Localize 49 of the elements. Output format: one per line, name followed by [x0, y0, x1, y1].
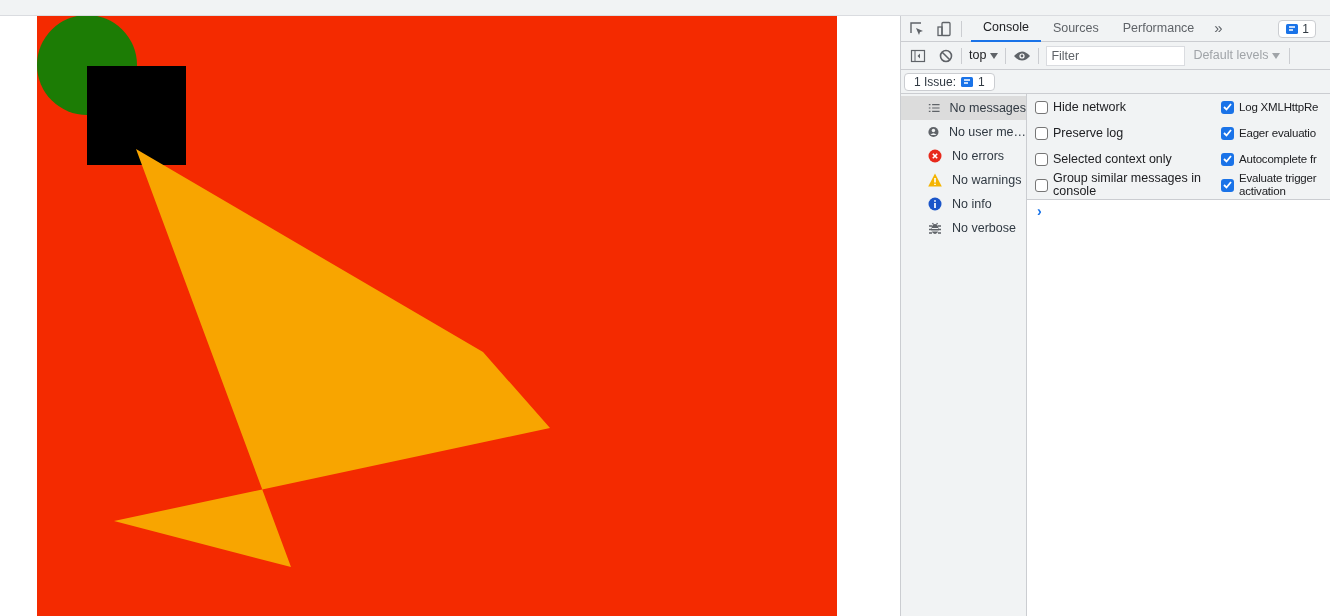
checkbox[interactable]	[1035, 178, 1048, 192]
checkbox[interactable]	[1221, 126, 1234, 140]
check-icon	[1223, 103, 1232, 111]
checkbox-label: Eager evaluatio	[1239, 126, 1316, 140]
check-icon	[1223, 155, 1232, 163]
checkbox-label: Evaluate trigger activation	[1239, 172, 1318, 198]
checkbox[interactable]	[1221, 178, 1234, 192]
filter-field[interactable]: Filter	[1046, 45, 1186, 66]
eye-icon[interactable]	[1013, 49, 1032, 62]
devtools-tab[interactable]: Performance	[1110, 15, 1207, 42]
info-icon	[928, 197, 942, 211]
user-icon	[928, 125, 939, 139]
sidebar-item[interactable]: No errors	[901, 144, 1026, 168]
sidebar-item[interactable]: No messages	[901, 96, 1026, 120]
context-dropdown[interactable]: top	[969, 46, 999, 65]
inspect-icon[interactable]	[909, 20, 925, 37]
bug-icon	[928, 221, 942, 235]
sidebar-item[interactable]: No info	[901, 192, 1026, 216]
checkbox-label: Autocomplete fr	[1239, 152, 1317, 166]
error-icon	[928, 149, 942, 163]
message-icon	[1285, 22, 1300, 35]
sidebar-item[interactable]: No verbose	[901, 216, 1026, 240]
check-icon	[1223, 129, 1232, 137]
checkbox[interactable]	[1035, 100, 1048, 114]
caret-icon	[990, 52, 999, 59]
device-icon[interactable]	[936, 20, 952, 37]
warning-icon	[928, 173, 942, 187]
prompt-arrow[interactable]: ›	[1027, 200, 1330, 222]
checkbox-label: Preserve log	[1053, 126, 1124, 140]
sidebar-item[interactable]: No user me…	[901, 120, 1026, 144]
issues-count-button[interactable]: 1 Issue: 1	[904, 72, 995, 91]
checkbox[interactable]	[1035, 152, 1048, 166]
checkbox-label: Log XMLHttpRe	[1239, 100, 1319, 114]
message-icon	[960, 75, 975, 88]
check-icon	[1223, 181, 1232, 189]
issues-button[interactable]: 1	[1278, 19, 1316, 38]
devtools-tab[interactable]: Sources	[1040, 15, 1111, 42]
clear-icon[interactable]	[938, 47, 954, 64]
checkbox[interactable]	[1221, 100, 1234, 114]
checkbox-label: Hide network	[1053, 100, 1126, 114]
sidebar-toggle-icon[interactable]	[910, 47, 926, 64]
checkbox-label: Selected context only	[1053, 152, 1172, 166]
checkbox[interactable]	[1221, 152, 1234, 166]
checkbox[interactable]	[1035, 126, 1048, 140]
list-icon	[928, 101, 940, 115]
caret-icon	[1272, 52, 1281, 59]
more-tabs-button[interactable]: »	[1206, 17, 1231, 40]
sidebar-item[interactable]: No warnings	[901, 168, 1026, 192]
checkbox-label: Group similar messages in console	[1053, 172, 1202, 198]
